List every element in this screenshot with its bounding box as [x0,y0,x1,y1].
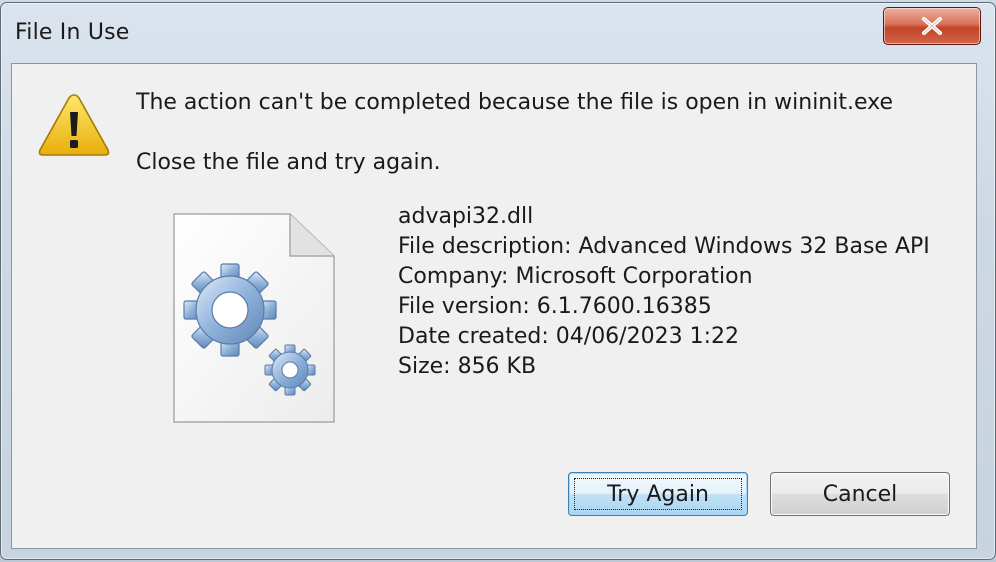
try-again-button[interactable]: Try Again [568,472,748,516]
file-company: Company: Microsoft Corporation [398,264,753,289]
file-name: advapi32.dll [398,204,534,229]
hint-message: Close the file and try again. [136,150,441,175]
warning-icon [38,94,110,156]
cancel-label: Cancel [822,481,898,507]
close-icon [922,17,942,35]
close-button[interactable] [883,7,981,45]
dialog-content: The action can't be completed because th… [11,63,977,549]
file-date-created: Date created: 04/06/2023 1:22 [398,324,739,349]
cancel-button[interactable]: Cancel [770,472,950,516]
file-in-use-dialog: File In Use The action can't be complete… [0,2,996,560]
file-size: Size: 856 KB [398,354,537,379]
error-message: The action can't be completed because th… [136,90,894,115]
file-details: advapi32.dll File description: Advanced … [398,202,930,382]
dialog-title: File In Use [15,20,130,45]
file-version: File version: 6.1.7600.16385 [398,294,712,319]
focus-rectangle [574,478,742,510]
dll-file-gears-icon [173,213,335,423]
file-description: File description: Advanced Windows 32 Ba… [398,234,930,259]
